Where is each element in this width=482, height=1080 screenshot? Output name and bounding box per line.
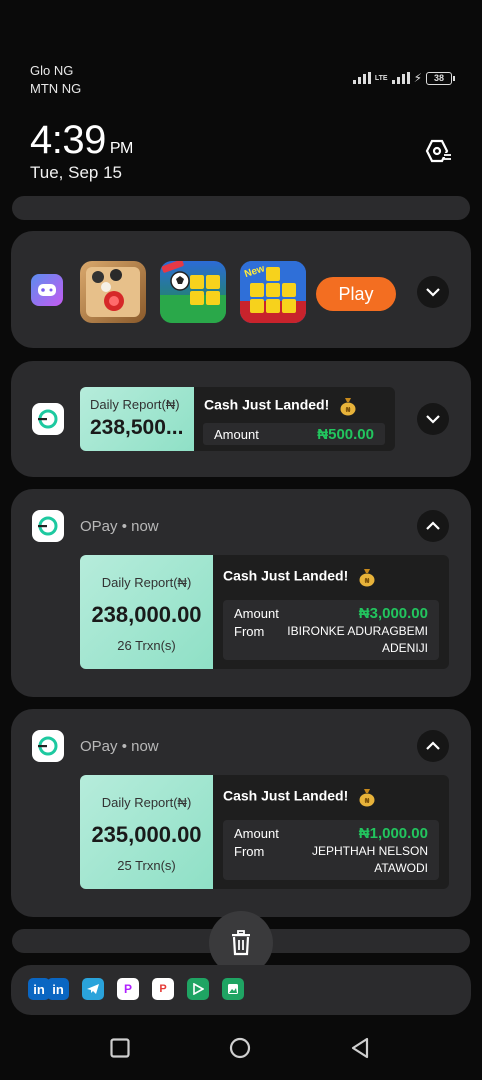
opay-app-icon [32, 510, 64, 542]
linkedin-icon[interactable]: in [47, 978, 69, 1000]
telegram-icon[interactable] [82, 978, 104, 1000]
block-soccer-game-tile[interactable] [160, 261, 226, 323]
cash-landed-headline: Cash Just Landed! ₦ [204, 396, 357, 416]
amount-row: Amount ₦500.00 [203, 423, 385, 445]
clock-date: Tue, Sep 15 [30, 163, 122, 182]
status-icons: LTE ⚡ 38 [352, 71, 455, 85]
back-button[interactable] [350, 1037, 370, 1059]
notification-icons-tray: in in P P [11, 965, 471, 1015]
opay-notification-expanded[interactable]: OPay • now Daily Report(₦) 238,000.00 26… [11, 489, 471, 697]
cash-landed-headline: Cash Just Landed! ₦ [223, 787, 376, 807]
clock-ampm: PM [109, 140, 134, 157]
notification-time: now [131, 518, 159, 535]
opay-notification-collapsed[interactable]: Daily Report(₦) 238,500... Cash Just Lan… [11, 361, 471, 477]
games-notification-card[interactable]: New Play [11, 231, 471, 348]
amount-label: Amount [234, 606, 279, 621]
carrier-info: Glo NG MTN NG [30, 62, 81, 98]
chevron-down-icon [426, 288, 440, 297]
amount-value: ₦3,000.00 [358, 605, 428, 622]
from-label: From [234, 624, 265, 639]
cash-landed-panel: Cash Just Landed! ₦ Amount ₦1,000.00 Fro… [213, 775, 449, 889]
sender-name-line2: ATAWODI [374, 861, 428, 875]
cash-landed-panel: Cash Just Landed! ₦ Amount ₦500.00 [194, 387, 395, 451]
sender-name-line1: JEPHTHAH NELSON [311, 844, 428, 858]
daily-report-amount: 235,000.00 [91, 822, 202, 847]
amount-value: ₦1,000.00 [358, 825, 428, 842]
svg-text:₦: ₦ [346, 406, 351, 414]
transfer-details: Amount ₦1,000.00 From JEPHTHAH NELSON AT… [223, 820, 439, 880]
wps-icon[interactable]: P [152, 978, 174, 1000]
recents-button[interactable] [110, 1038, 130, 1058]
clock: 4:39 PM [30, 118, 133, 163]
expand-chevron-button[interactable] [417, 276, 449, 308]
daily-report-amount: 238,500... [90, 416, 184, 439]
opay-app-icon [32, 403, 64, 435]
play-store-icon[interactable] [187, 978, 209, 1000]
play-button[interactable]: Play [316, 277, 396, 311]
daily-report-title: Daily Report(₦) [90, 397, 180, 412]
cash-landed-headline: Cash Just Landed! ₦ [223, 567, 376, 587]
game-center-icon [31, 274, 63, 306]
carrom-game-tile[interactable] [80, 261, 146, 323]
money-bag-icon: ₦ [340, 398, 356, 416]
collapse-chevron-button[interactable] [417, 510, 449, 542]
carrier-1: Glo NG [30, 63, 74, 78]
daily-report-panel: Daily Report(₦) 235,000.00 25 Trxn(s) [80, 775, 213, 889]
gallery-icon[interactable] [222, 978, 244, 1000]
sender-name-line1: IBIRONKE ADURAGBEMI [287, 624, 428, 638]
block-puzzle-game-tile[interactable]: New [240, 261, 306, 323]
battery-level: 38 [433, 72, 444, 83]
transaction-count: 25 Trxn(s) [117, 858, 176, 873]
expand-chevron-button[interactable] [417, 403, 449, 435]
settings-icon[interactable] [424, 138, 452, 164]
trash-icon [232, 930, 250, 956]
app-name: OPay [80, 518, 118, 535]
notification-time: now [131, 738, 159, 755]
chevron-up-icon [426, 521, 440, 530]
charging-icon: ⚡ [413, 71, 422, 85]
chevron-up-icon [426, 741, 440, 750]
amount-label: Amount [214, 427, 259, 442]
daily-report-panel: Daily Report(₦) 238,500... [80, 387, 194, 451]
carrier-2: MTN NG [30, 81, 82, 96]
headline-text: Cash Just Landed! [223, 567, 349, 584]
signal-icon-2 [391, 72, 410, 84]
svg-text:₦: ₦ [365, 577, 370, 585]
transaction-count: 26 Trxn(s) [117, 638, 176, 653]
cash-landed-panel: Cash Just Landed! ₦ Amount ₦3,000.00 Fro… [213, 555, 449, 669]
headline-text: Cash Just Landed! [204, 396, 330, 413]
notification-header: OPay • now [80, 738, 159, 755]
battery-icon: 38 [426, 71, 455, 85]
money-bag-icon: ₦ [359, 789, 375, 807]
opay-notification-expanded[interactable]: OPay • now Daily Report(₦) 235,000.00 25… [11, 709, 471, 917]
money-bag-icon: ₦ [359, 569, 375, 587]
collapse-chevron-button[interactable] [417, 730, 449, 762]
amount-value: ₦500.00 [317, 426, 374, 443]
clock-time: 4:39 [30, 118, 106, 162]
picsart-icon[interactable]: P [117, 978, 139, 1000]
daily-report-title: Daily Report(₦) [101, 575, 192, 590]
signal-icon [352, 72, 371, 84]
amount-label: Amount [234, 826, 279, 841]
daily-report-title: Daily Report(₦) [101, 795, 192, 810]
lte-indicator: LTE [374, 74, 388, 82]
headline-text: Cash Just Landed! [223, 787, 349, 804]
daily-report-panel: Daily Report(₦) 238,000.00 26 Trxn(s) [80, 555, 213, 669]
notification-header: OPay • now [80, 518, 159, 535]
chevron-down-icon [426, 415, 440, 424]
home-button[interactable] [229, 1037, 251, 1059]
sender-name-line2: ADENIJI [381, 641, 428, 655]
daily-report-amount: 238,000.00 [91, 602, 202, 627]
transfer-details: Amount ₦3,000.00 From IBIRONKE ADURAGBEM… [223, 600, 439, 660]
collapsed-notification-stack[interactable] [12, 196, 470, 220]
opay-app-icon [32, 730, 64, 762]
from-label: From [234, 844, 265, 859]
navigation-bar [0, 1030, 482, 1066]
svg-text:₦: ₦ [365, 797, 370, 805]
app-name: OPay [80, 738, 118, 755]
